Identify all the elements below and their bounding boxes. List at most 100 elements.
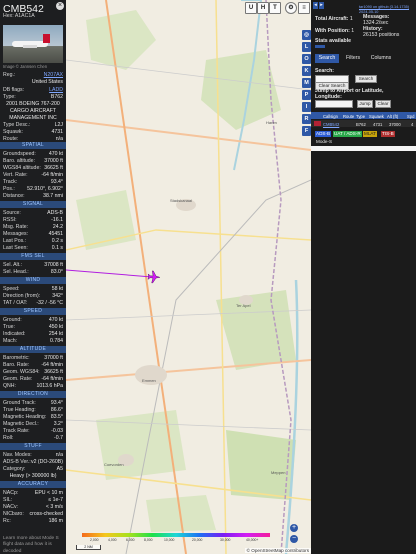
legend-adsb: ADS-B [315,131,332,137]
info-value: 36625 ft [44,165,63,171]
info-value: 86.6° [50,407,63,413]
map-side-button-r[interactable]: R [302,114,311,124]
map-side-button-k[interactable]: K [302,66,311,76]
tab-search[interactable]: Search [315,54,339,63]
row-altitude: 37000 [389,122,401,127]
with-position-value: 1 [351,28,355,34]
map-side-button-l[interactable]: L [302,42,311,52]
info-value: v2 (DO-260B) [31,459,63,465]
map-attribution[interactable]: © OpenStreetMap contributors [244,548,311,553]
colorbar-label: 30,000 [220,538,231,542]
map-side-button-p[interactable]: P [302,90,311,100]
category-desc-row: Heavy (> 300000 lb) [3,473,63,479]
db-flags-link[interactable]: LADD [49,87,63,94]
info-label: Barometric: [3,355,30,361]
total-aircraft-value: 1 [349,16,353,22]
jump-label: Jump to Airport or Latitude, Longitude: [315,88,384,101]
info-label: Source: [3,210,21,216]
info-row: Track Rate: -0.03 [3,428,63,434]
github-link[interactable]: tar1090 on github (3.14.1735) [359,5,409,9]
map-button-h[interactable]: H [257,2,269,14]
info-label: Ground: [3,317,22,323]
map-side-button-o[interactable]: O [302,54,311,64]
zoom-in-button[interactable]: + [290,524,298,532]
row-callsign[interactable]: CMB542 [323,122,339,127]
info-label: ADS-B Ver.: [3,459,31,465]
info-value: -32 / -56 °C [36,300,63,306]
info-row: Groundspeed: 470 kt [3,151,63,157]
info-value: 1013.6 hPa [36,383,63,389]
info-row: Baro. Rate: -64 ft/min [3,362,63,368]
info-value: cross-checked [29,511,63,517]
jump-button[interactable]: Jump [357,100,373,108]
colorbar-label: 40,000+ [246,538,259,542]
settings-gear-icon[interactable]: ⚙ [285,2,297,14]
row-type: B762 [356,122,366,127]
tab-columns[interactable]: Columns [367,54,395,63]
zoom-out-button[interactable]: − [290,535,298,543]
sidebar-scrollbar[interactable] [311,146,416,151]
panel-footer-text[interactable]: Learn more about Mode S flight data and … [3,536,65,554]
info-value: 83.5° [50,414,63,420]
info-value: EPU < 10 m [34,490,63,496]
info-row: Direction (from): 342° [3,293,63,299]
map-side-button-f[interactable]: F [302,126,311,136]
town-label: Coevorden [104,462,124,467]
info-label: Baro. altitude: [3,158,36,164]
aircraft-photo[interactable] [3,25,63,63]
info-row: Category: A5 [3,466,63,472]
info-label: Last Seen: [3,245,28,251]
info-label: Last Pos.: [3,238,27,244]
sidebar-toggle-icon[interactable]: ≡ [298,2,310,14]
map-side-button-m[interactable]: M [302,78,311,88]
info-value: 254 kt [48,331,63,337]
registration-link[interactable]: N207AX [44,72,63,79]
db-flags-row: DB flags: LADD [3,87,63,93]
info-label: Rc: [3,518,11,524]
info-label: True: [3,324,15,330]
info-label: NICbaro: [3,511,24,517]
arrow-left-icon[interactable]: ◂ [313,2,318,9]
info-label: True Heading: [3,407,36,413]
plane-wing-shape [23,45,37,48]
stats-available-link[interactable]: Stats available [315,38,351,44]
col-header-squawk[interactable]: Squawk [369,114,384,119]
country-value: United States [31,79,63,85]
info-label: Roll: [3,435,14,441]
clear-button[interactable]: Clear [375,100,391,108]
info-value: 58 kt [51,286,63,292]
info-value: 83.0° [50,269,63,275]
col-header-callsign[interactable]: Callsign [323,114,338,119]
registration-row: Reg.: N207AX [3,72,63,78]
col-header-altitude[interactable]: Alt (ft) [387,114,398,119]
map-button-u[interactable]: U [245,2,257,14]
col-header-type[interactable]: Type [356,114,365,119]
map-button-t[interactable]: T [269,2,281,14]
info-value: n/a [55,452,63,458]
globe-icon[interactable]: ◎ [302,30,311,40]
info-value: 470 kt [48,317,63,323]
tab-filters[interactable]: Filters [341,54,365,63]
legend-mlat: MLAT [363,131,377,137]
section-header-fms-sel: FMS SEL [0,253,66,260]
map-scale: 2 NM [76,545,101,550]
colorbar-label: 8,000 [144,538,153,542]
jump-input[interactable] [315,100,353,108]
total-aircraft-label: Total Aircraft: [315,16,349,22]
info-row: SIL: ≤ 1e-7 [3,497,63,503]
history-stat: History: 26153 positions [363,26,413,38]
info-value: 3.2° [53,421,63,427]
map-side-button-i[interactable]: I [302,102,311,112]
info-label: RSSI: [3,217,17,223]
map-view[interactable]: Stadskanaal Emmen Coevorden Ter Apel Har… [66,0,311,554]
info-row: True: 450 kt [3,324,63,330]
row-squawk: 4731 [373,122,383,127]
info-label: Category: [3,466,26,472]
arrow-right-icon[interactable]: ▸ [319,2,324,9]
col-header-route[interactable]: Route [343,114,354,119]
info-label: Magnetic Heading: [3,414,47,420]
close-icon[interactable]: × [56,2,64,10]
col-header-speed[interactable]: Spd [407,114,414,119]
info-row: Sel. Alt.: 37008 ft [3,262,63,268]
search-button[interactable]: Search [355,75,377,83]
